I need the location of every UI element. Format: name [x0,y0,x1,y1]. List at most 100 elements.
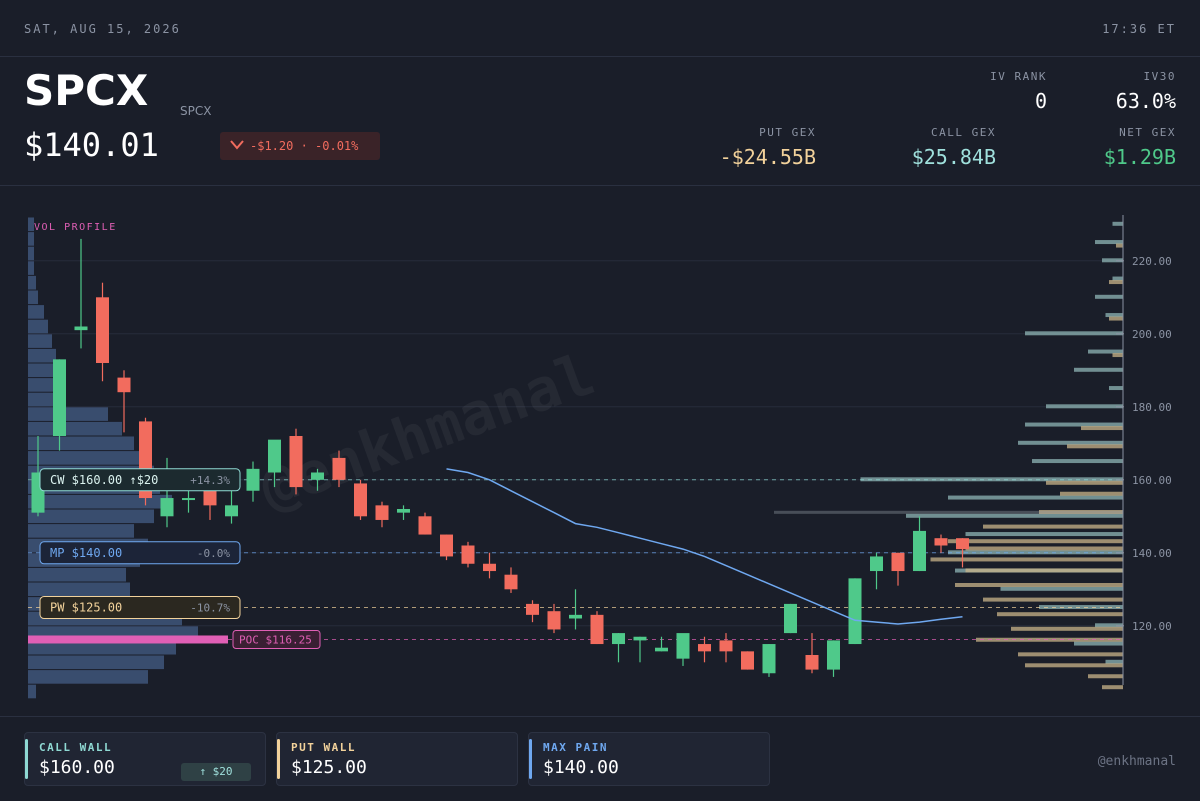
vol-profile-bar [28,655,164,670]
candle-body [934,538,948,546]
vol-profile-bar [28,451,148,465]
author-handle: @enkhmanal [1097,754,1176,769]
vol-profile-bar [28,334,52,348]
candle-body [913,530,926,572]
footer: CALL WALL $160.00 ↑ $20 PUT WALL $125.00… [0,716,1200,801]
call-gex-bar [1109,386,1123,391]
cw-label: CW $160.00 ↑$20 [50,473,158,487]
candle-body [461,545,475,564]
vol-profile-bar [28,407,108,421]
quote-header: SPCX SPCX $140.01 -$1.20 · -0.01% IV RAN… [0,56,1200,186]
call-wall-value: $160.00 [39,757,115,778]
date-label: SAT, AUG 15, 2026 [24,22,181,36]
pw-label: PW $125.00 [50,601,122,615]
vol-profile-bar [28,524,134,538]
put-gex-bar [1102,685,1123,690]
candle-body [590,614,604,645]
candle-body [354,483,367,517]
call-gex-bar [1095,294,1123,299]
candle-body [53,359,66,436]
candle-body [891,552,905,572]
call-gex-bar [1112,276,1123,281]
vol-profile-bar [28,509,154,524]
y-tick-label: 180.00 [1132,401,1172,414]
put-wall-accent [277,739,280,779]
max-pain-value: $140.00 [543,757,619,778]
candle-body [311,472,324,480]
call-gex-bar [965,532,1123,537]
candle-body [633,636,647,641]
put-gex-bar [983,597,1123,602]
put-gex-bar [983,524,1123,529]
candle-body [719,640,733,652]
mp-pct-label: -0.0% [197,547,230,560]
candle-body [504,574,518,590]
gex-highlight-bar [774,510,1123,514]
call-gex-bar [1018,440,1123,445]
call-gex-bar [1088,349,1123,354]
call-gex-bar [1105,659,1123,664]
chevron-down-icon [230,140,244,150]
call-gex-bar [906,513,1123,518]
vol-profile-bar [28,421,122,436]
price-change-badge: -$1.20 · -0.01% [220,132,380,160]
candle-body [698,644,711,652]
candle-body [741,651,754,670]
call-gex-bar [1046,404,1123,409]
watermark: @enkhmanal [252,340,603,523]
put-gex-bar [1081,426,1123,431]
max-pain-label: MAX PAIN [543,741,608,754]
vol-profile-label: VOL PROFILE [34,222,117,233]
vol-profile-bar [28,319,48,334]
put-gex-value: -$24.55B [719,145,816,169]
vol-profile-bar [28,436,134,451]
call-gex-bar [1025,331,1123,336]
price-chart[interactable]: @enkhmanal CW $160.00 ↑$20 +14.3% MP $140.… [0,185,1200,715]
call-gex-bar [1074,641,1123,646]
candle-body [655,647,668,652]
candle-body [956,538,969,550]
put-wall-card: PUT WALL $125.00 [276,732,518,786]
y-tick-label: 200.00 [1132,328,1172,341]
candle-body [827,640,840,670]
put-gex-bar [1109,316,1123,321]
put-gex-stat: PUT GEX -$24.55B [676,126,816,169]
candle-body [676,633,690,659]
chart-svg[interactable]: @enkhmanal CW $160.00 ↑$20 +14.3% MP $140.… [0,185,1200,715]
mp-label: MP $140.00 [50,546,122,560]
call-wall-accent [25,739,28,779]
put-gex-bar [930,557,1123,562]
pw-pct-label: -10.7% [190,602,230,615]
cw-pct-label: +14.3% [190,474,230,487]
candle-body [526,603,539,615]
call-gex-bar [1025,422,1123,427]
candle-body [74,326,88,331]
net-gex-value: $1.29B [1103,145,1176,169]
ticker-symbol: SPCX [24,66,149,115]
call-gex-bar [1102,258,1123,263]
candle-body [547,611,561,630]
put-gex-label: PUT GEX [759,126,816,139]
candle-body [418,516,432,535]
call-wall-label: CALL WALL [39,741,113,754]
y-tick-label: 140.00 [1132,547,1172,560]
y-axis: 120.00 140.00 160.00 180.00 200.00 220.00 [1116,215,1172,685]
put-gex-bar [1025,663,1123,668]
call-gex-bar [1095,240,1123,245]
put-wall-value: $125.00 [291,757,367,778]
gex-profile [774,221,1123,690]
call-wall-delta-badge: ↑ $20 [181,763,251,781]
put-gex-bar [1046,480,1123,485]
vol-profile-bar [28,232,34,246]
candle-body [483,563,496,572]
iv-rank-label: IV RANK [990,70,1047,83]
call-gex-bar [1000,586,1123,591]
vol-profile-bar [28,261,34,275]
y-tick-label: 220.00 [1132,255,1172,268]
call-gex-label: CALL GEX [931,126,996,139]
time-label: 17:36 ET [1102,22,1176,36]
candle-body [225,505,238,517]
net-gex-label: NET GEX [1119,126,1176,139]
candle-body [762,644,776,674]
iv30-value: 63.0% [1115,89,1176,113]
